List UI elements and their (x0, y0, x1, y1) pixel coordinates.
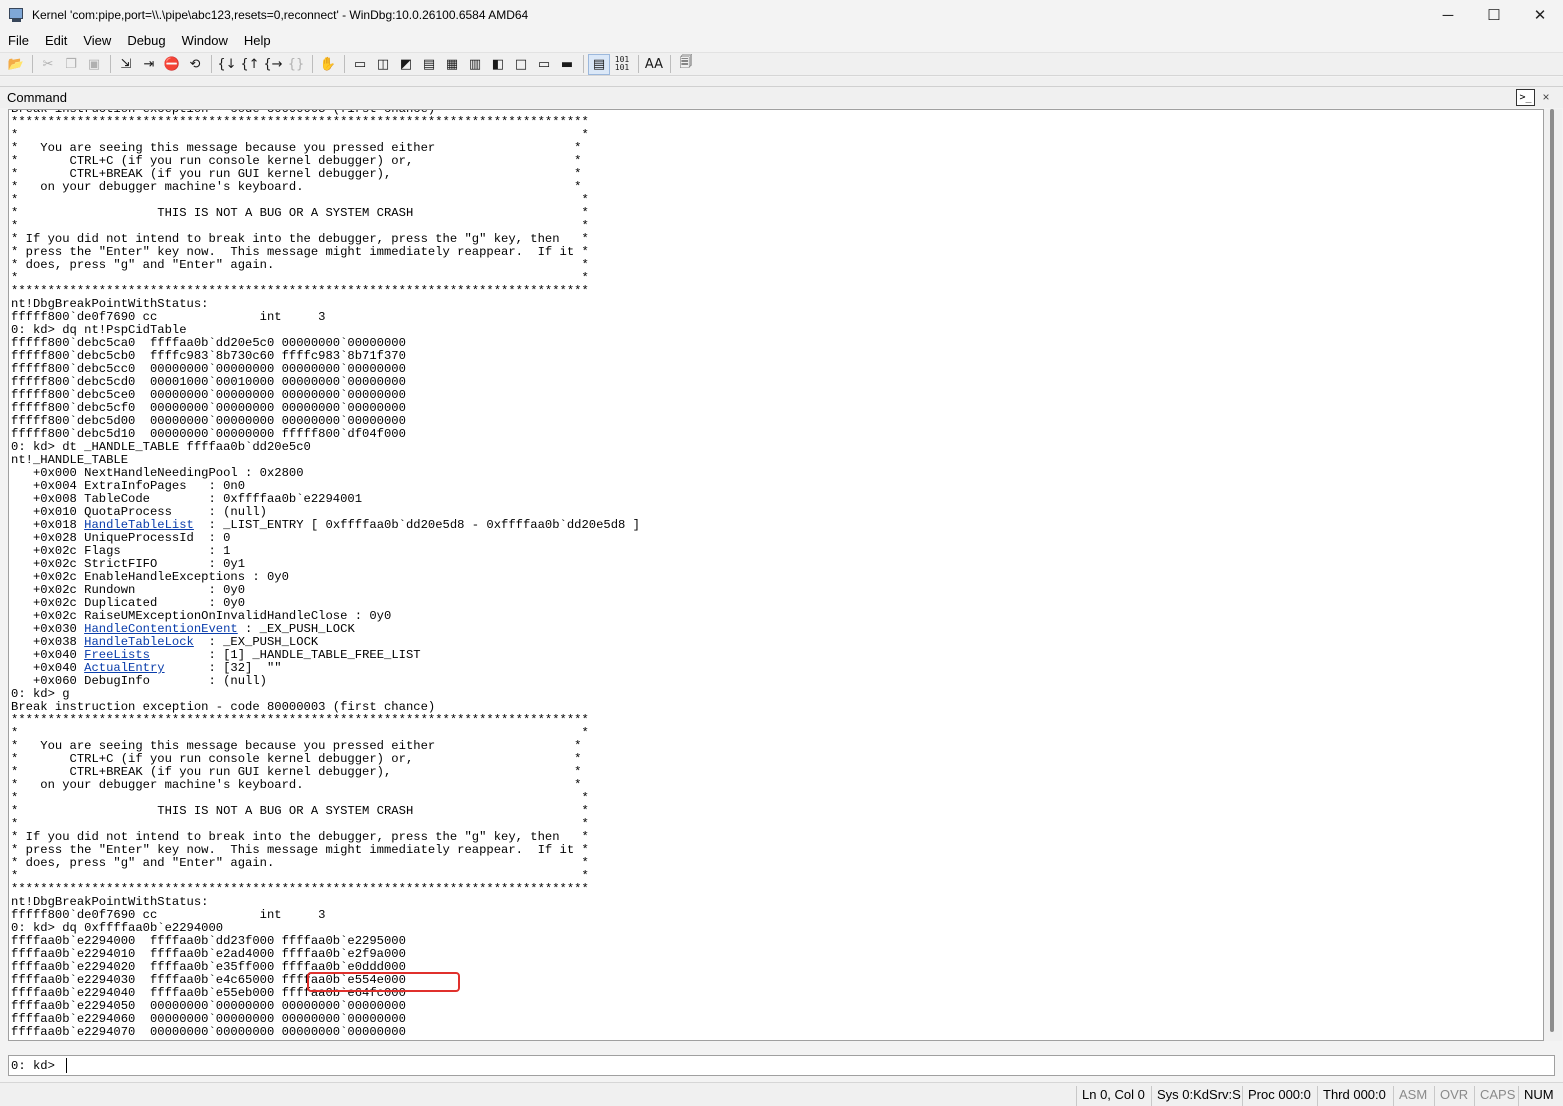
scratch-pad-icon[interactable]: □ (510, 54, 532, 75)
field-type-link[interactable]: HandleContentionEvent (84, 622, 238, 636)
font-icon[interactable]: AA (643, 54, 665, 75)
command-window-icon[interactable]: ▭ (349, 54, 371, 75)
status-bar: Ln 0, Col 0 Sys 0:KdSrv:S Proc 000:0 Thr… (0, 1082, 1563, 1106)
restart-icon[interactable]: ⟲ (184, 54, 206, 75)
processes-icon[interactable]: ▭ (533, 54, 555, 75)
field-type-link[interactable]: ActualEntry (84, 661, 164, 675)
toolbar: 📂 ✂ ❐ ▣ ⇲ ⇥ ⛔ ⟲ {↓ {↑ {→ {} ✋ ▭ ◫ ◩ ▤ ▦ … (0, 52, 1563, 76)
minimize-button[interactable]: ─ (1425, 0, 1471, 30)
status-caps: CAPS (1474, 1086, 1520, 1106)
menu-help[interactable]: Help (236, 33, 279, 48)
toolbar-separator (211, 55, 212, 73)
output-line-suffix: : [32] "" (164, 661, 282, 675)
paste-icon[interactable]: ▣ (83, 54, 105, 75)
highlight-box (307, 972, 460, 992)
command-input[interactable] (65, 1057, 1545, 1074)
hand-icon[interactable]: ✋ (317, 54, 339, 75)
toolbar-separator (32, 55, 33, 73)
step-over-icon[interactable]: ⇥ (138, 54, 160, 75)
toolbar-separator (312, 55, 313, 73)
output-line-prefix: +0x030 (11, 622, 85, 636)
command-input-area[interactable]: 0: kd> (8, 1055, 1555, 1076)
output-line-suffix: : [1] _HANDLE_TABLE_FREE_LIST (149, 648, 421, 662)
maximize-button[interactable]: ☐ (1471, 0, 1517, 30)
kd-prompt: 0: kd> (11, 1059, 55, 1073)
command-output[interactable]: Break instruction exception - code 80000… (8, 109, 1544, 1041)
window-title: Kernel 'com:pipe,port=\\.\pipe\abc123,re… (32, 8, 529, 22)
watch-icon[interactable]: ◫ (372, 54, 394, 75)
command-prompt-icon[interactable]: >_ (1516, 89, 1535, 106)
hex-bottom-label: 101 (614, 63, 630, 72)
options-icon[interactable]: 🗐 (675, 54, 697, 75)
text-caret (66, 1058, 67, 1073)
window-controls: ─ ☐ ✕ (1425, 0, 1563, 30)
toolbar-separator (670, 55, 671, 73)
command-window-header: Command >_ × (0, 86, 1563, 108)
menu-view[interactable]: View (75, 33, 119, 48)
status-position: Ln 0, Col 0 (1076, 1086, 1150, 1106)
source-window-toggle-icon[interactable]: ▤ (588, 53, 610, 75)
status-proc: Proc 000:0 (1242, 1086, 1316, 1106)
disassembly-icon[interactable]: ◧ (487, 54, 509, 75)
call-stack-icon[interactable]: ▥ (464, 54, 486, 75)
title-bar: Kernel 'com:pipe,port=\\.\pipe\abc123,re… (0, 0, 1563, 30)
field-type-link[interactable]: HandleTableLock (84, 635, 194, 649)
output-line-prefix: +0x040 (11, 661, 85, 675)
output-line-prefix: +0x038 (11, 635, 85, 649)
toolbar-separator (638, 55, 639, 73)
run-to-cursor-icon[interactable]: {→ (262, 54, 284, 75)
close-button[interactable]: ✕ (1517, 0, 1563, 30)
vertical-scrollbar[interactable] (1544, 109, 1562, 1041)
source-icon[interactable]: ▬ (556, 54, 578, 75)
toolbar-separator (344, 55, 345, 73)
output-line-suffix: : _LIST_ENTRY [ 0xffffaa0b`dd20e5d8 - 0x… (193, 518, 640, 532)
menu-edit[interactable]: Edit (37, 33, 75, 48)
output-line-prefix: +0x040 (11, 648, 85, 662)
output-line-suffix: : _EX_PUSH_LOCK (193, 635, 319, 649)
command-window-close-button[interactable]: × (1539, 90, 1553, 105)
hex-icon[interactable]: 101 101 (611, 54, 633, 75)
output-line: ffffaa0b`e2294070 00000000`00000000 0000… (11, 1025, 406, 1039)
go-icon[interactable]: {↓ (216, 54, 238, 75)
status-thrd: Thrd 000:0 (1317, 1086, 1391, 1106)
locals-icon[interactable]: ◩ (395, 54, 417, 75)
menu-file[interactable]: File (0, 33, 37, 48)
menu-bar: File Edit View Debug Window Help (0, 30, 1563, 51)
menu-debug[interactable]: Debug (119, 33, 173, 48)
output-text: Break instruction exception - code 80000… (11, 110, 640, 1039)
open-icon[interactable]: 📂 (5, 54, 27, 75)
field-type-link[interactable]: HandleTableList (84, 518, 194, 532)
step-into-icon[interactable]: ⇲ (115, 54, 137, 75)
memory-icon[interactable]: ▦ (441, 54, 463, 75)
output-line-prefix: +0x018 (11, 518, 85, 532)
copy-icon[interactable]: ❐ (60, 54, 82, 75)
status-num: NUM (1518, 1086, 1559, 1106)
status-ovr: OVR (1434, 1086, 1473, 1106)
windbg-app-icon[interactable] (9, 7, 25, 23)
step-out-icon[interactable]: {↑ (239, 54, 261, 75)
source-mode-icon[interactable]: {} (285, 54, 307, 75)
output-line: +0x060 DebugInfo : (null) (11, 674, 267, 688)
scrollbar-thumb[interactable] (1550, 109, 1554, 1032)
output-line-suffix: : _EX_PUSH_LOCK (237, 622, 355, 636)
field-type-link[interactable]: FreeLists (84, 648, 150, 662)
menu-window[interactable]: Window (174, 33, 236, 48)
registers-icon[interactable]: ▤ (418, 54, 440, 75)
break-icon[interactable]: ⛔ (161, 54, 183, 75)
toolbar-separator (110, 55, 111, 73)
toolbar-separator (583, 55, 584, 73)
status-sys: Sys 0:KdSrv:S (1151, 1086, 1246, 1106)
toolbar-gap (0, 77, 1563, 86)
status-asm: ASM (1393, 1086, 1432, 1106)
command-window-title: Command (7, 90, 67, 105)
cut-icon[interactable]: ✂ (37, 54, 59, 75)
